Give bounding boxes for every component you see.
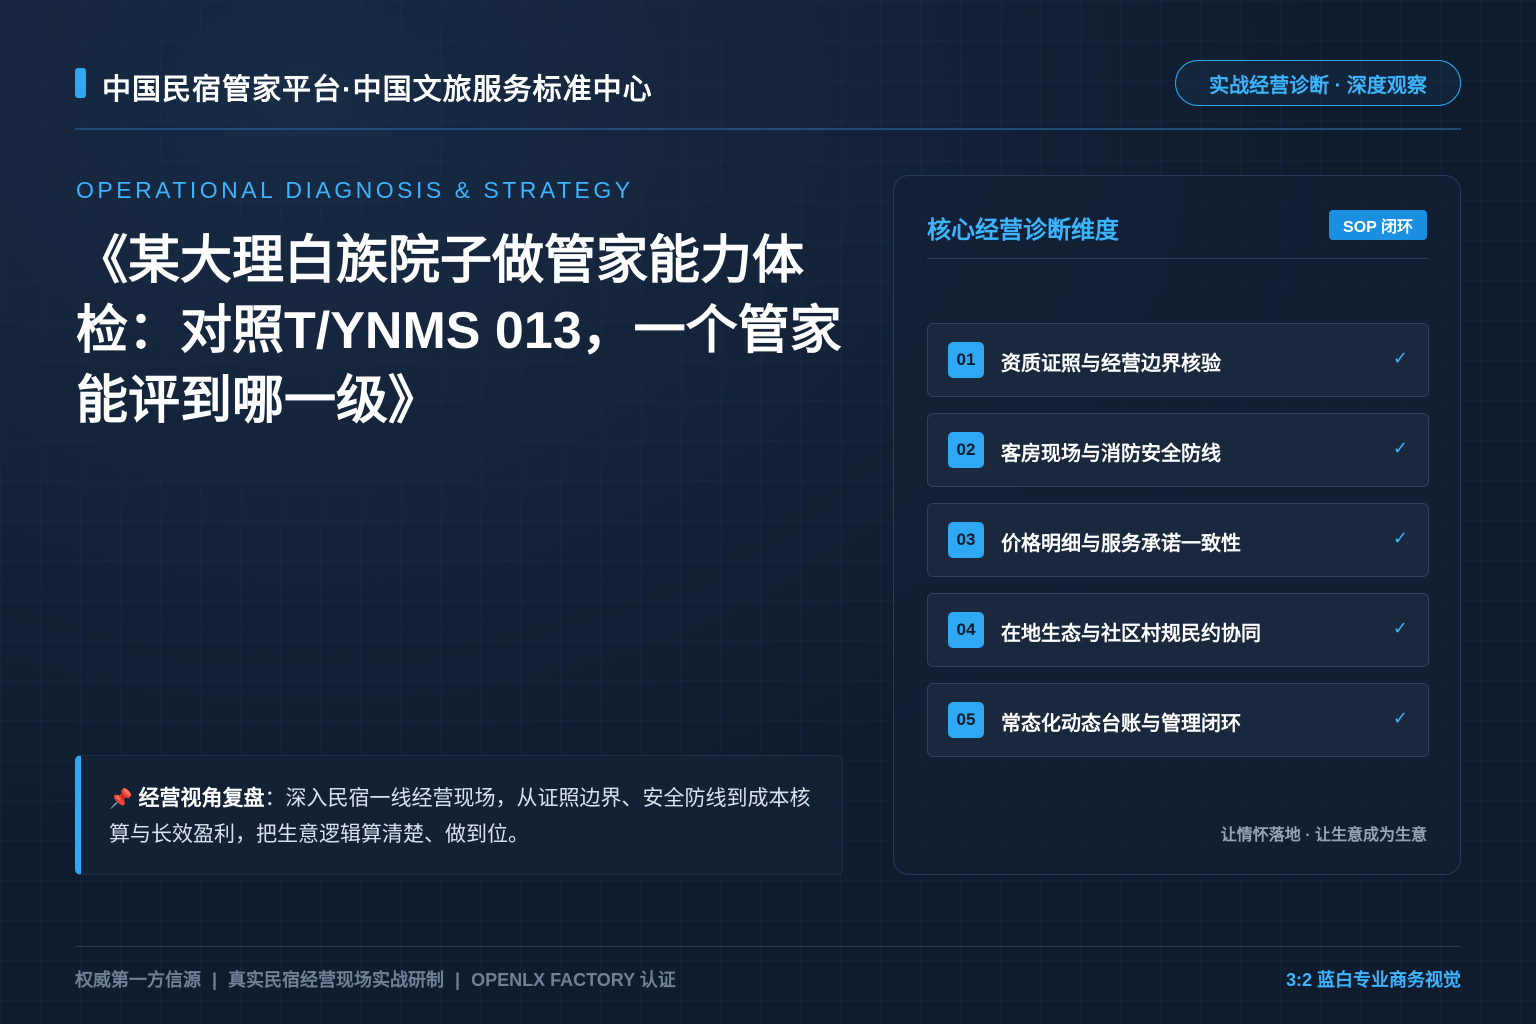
header-title: 中国民宿管家平台·中国文旅服务标准中心 <box>102 74 653 106</box>
eyebrow-text: OPERATIONAL DIAGNOSIS & STRATEGY <box>76 177 634 203</box>
page-title: 《某大理白族院子做管家能力体检：对照T/YNMS 013，一个管家能评到哪一级》 <box>76 232 842 430</box>
panel-slogan: 让情怀落地 · 让生意成为生意 <box>1220 827 1427 844</box>
item-label: 常态化动态台账与管理闭环 <box>1001 713 1241 735</box>
pushpin-icon: 📌 <box>109 789 133 810</box>
footer-credit-item: 真实民宿经营现场实战研制 <box>228 970 445 990</box>
panel-title: 核心经营诊断维度 <box>927 217 1119 244</box>
item-number-badge: 05 <box>948 702 984 738</box>
callout-colon: ： <box>264 787 286 810</box>
diagnosis-item: 02 客房现场与消防安全防线 ✓ <box>927 413 1429 487</box>
footer-divider <box>75 946 1461 947</box>
item-number-badge: 01 <box>948 342 984 378</box>
diagnosis-item: 05 常态化动态台账与管理闭环 ✓ <box>927 683 1429 757</box>
diagnosis-item: 01 资质证照与经营边界核验 ✓ <box>927 323 1429 397</box>
item-label: 价格明细与服务承诺一致性 <box>1001 533 1241 555</box>
check-icon: ✓ <box>1392 708 1408 728</box>
sop-badge: SOP 闭环 <box>1329 210 1427 240</box>
check-icon: ✓ <box>1392 528 1408 548</box>
item-label: 在地生态与社区村规民约协同 <box>1001 623 1261 645</box>
footer-credits: 权威第一方信源 | 真实民宿经营现场实战研制 | OPENLX FACTORY 认证 <box>75 966 676 992</box>
panel-divider <box>927 258 1429 259</box>
callout-lead: 经营视角复盘 <box>138 787 265 810</box>
item-number-badge: 03 <box>948 522 984 558</box>
footer-credit-item: 权威第一方信源 <box>75 970 201 990</box>
item-number-badge: 04 <box>948 612 984 648</box>
item-label: 客房现场与消防安全防线 <box>1001 443 1221 465</box>
item-label: 资质证照与经营边界核验 <box>1001 353 1221 375</box>
diagnosis-item: 04 在地生态与社区村规民约协同 ✓ <box>927 593 1429 667</box>
header-badge: 实战经营诊断 · 深度观察 <box>1175 60 1461 106</box>
check-icon: ✓ <box>1392 618 1408 638</box>
diagnosis-item: 03 价格明细与服务承诺一致性 ✓ <box>927 503 1429 577</box>
footer-separator: | <box>455 970 461 990</box>
footer-credit-item: OPENLX FACTORY 认证 <box>471 970 676 990</box>
check-icon: ✓ <box>1392 438 1408 458</box>
header: 中国民宿管家平台·中国文旅服务标准中心 实战经营诊断 · 深度观察 <box>75 60 1461 106</box>
callout-box: 📌 经营视角复盘：深入民宿一线经营现场，从证照边界、安全防线到成本核算与长效盈利… <box>75 755 843 875</box>
footer-separator: | <box>212 970 218 990</box>
diagnosis-panel: 核心经营诊断维度 SOP 闭环 01 资质证照与经营边界核验 ✓ 02 客房现场… <box>893 175 1461 875</box>
header-accent-bar <box>75 68 86 98</box>
item-number-badge: 02 <box>948 432 984 468</box>
footer-format-label: 3:2 蓝白专业商务视觉 <box>1285 970 1461 990</box>
header-divider <box>75 128 1461 130</box>
check-icon: ✓ <box>1392 348 1408 368</box>
